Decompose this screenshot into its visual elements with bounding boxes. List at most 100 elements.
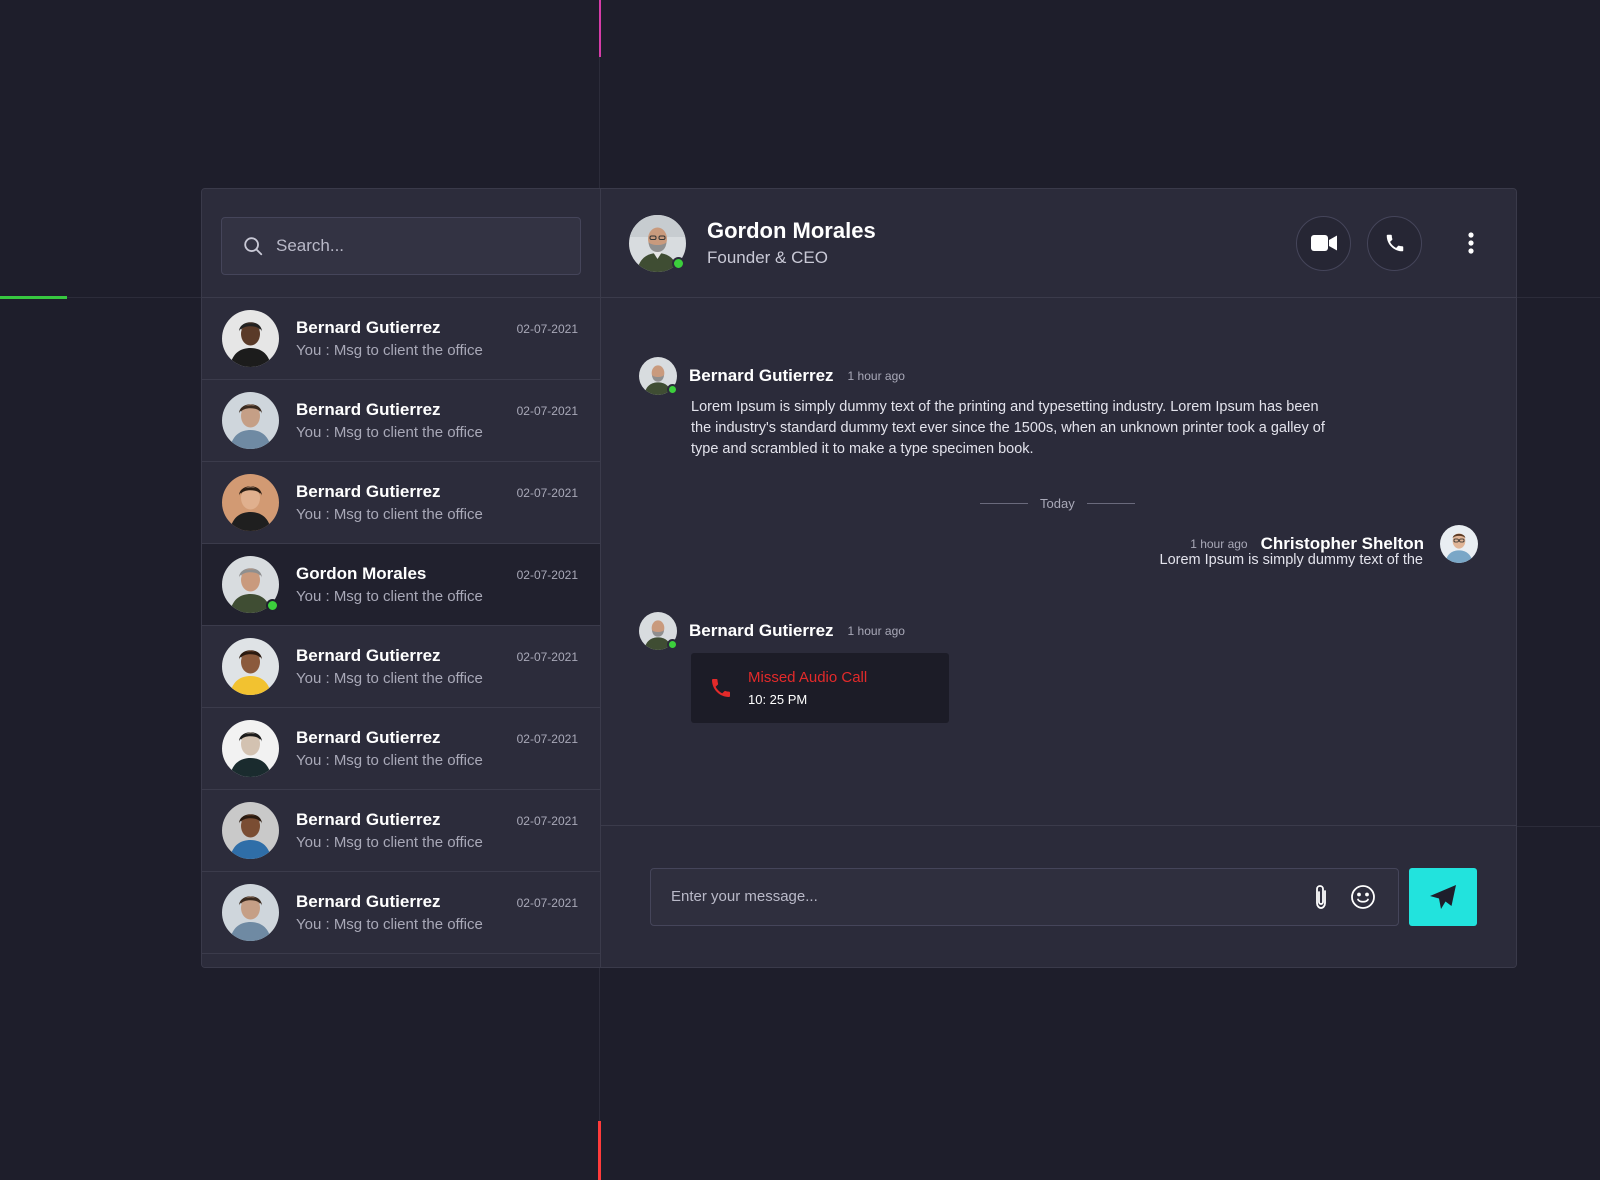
video-call-button[interactable]: [1296, 215, 1351, 271]
voice-call-button[interactable]: [1367, 215, 1422, 271]
avatar[interactable]: [222, 720, 279, 777]
smiley-icon: [1351, 884, 1375, 909]
search-area: [202, 189, 600, 298]
avatar[interactable]: [222, 310, 279, 367]
attach-button[interactable]: [1306, 882, 1336, 912]
contact-list-item[interactable]: Bernard Gutierrez 02-07-2021 You : Msg t…: [202, 626, 600, 708]
contact-date: 02-07-2021: [516, 814, 578, 828]
contact-name: Gordon Morales: [296, 564, 427, 583]
avatar-man-denim: [222, 392, 279, 449]
avatar[interactable]: [222, 638, 279, 695]
contact-name: Bernard Gutierrez: [296, 646, 441, 665]
contacts-sidebar: Bernard Gutierrez 02-07-2021 You : Msg t…: [202, 189, 601, 967]
contact-list-item[interactable]: Bernard Gutierrez 02-07-2021 You : Msg t…: [202, 708, 600, 790]
date-divider: Today: [980, 496, 1135, 511]
contact-list-item[interactable]: Bernard Gutierrez 02-07-2021 You : Msg t…: [202, 790, 600, 872]
contact-body: Bernard Gutierrez 02-07-2021 You : Msg t…: [296, 810, 578, 851]
contact-last-message: You : Msg to client the office: [296, 342, 483, 359]
header-contact-info: Gordon Morales Founder & CEO: [707, 218, 1280, 268]
avatar-man-sunglasses: [222, 474, 279, 531]
avatar-man-denim: [222, 884, 279, 941]
contact-date: 02-07-2021: [516, 404, 578, 418]
contact-name: Bernard Gutierrez: [296, 728, 441, 747]
avatar[interactable]: [1440, 525, 1478, 563]
message-input[interactable]: [671, 888, 1294, 905]
avatar-woman-yellow: [222, 638, 279, 695]
online-status-dot: [672, 256, 685, 270]
contact-body: Bernard Gutierrez 02-07-2021 You : Msg t…: [296, 400, 578, 441]
message-sender: Bernard Gutierrez: [689, 621, 834, 640]
chat-pane: Gordon Morales Founder & CEO Bernard Gut…: [601, 189, 1516, 967]
contact-list: Bernard Gutierrez 02-07-2021 You : Msg t…: [202, 298, 600, 967]
avatar-man-glasses: [1440, 525, 1478, 563]
contact-last-message: You : Msg to client the office: [296, 588, 483, 605]
avatar[interactable]: [629, 214, 686, 272]
search-icon: [244, 237, 263, 256]
more-options-button[interactable]: [1456, 216, 1486, 271]
chat-header: Gordon Morales Founder & CEO: [601, 189, 1516, 298]
avatar[interactable]: [222, 392, 279, 449]
contact-top: Bernard Gutierrez 02-07-2021: [296, 482, 578, 502]
search-input[interactable]: [276, 236, 560, 256]
message-time: 1 hour ago: [847, 624, 905, 638]
contact-last-message: You : Msg to client the office: [296, 424, 483, 441]
emoji-button[interactable]: [1348, 882, 1378, 912]
contact-top: Bernard Gutierrez 02-07-2021: [296, 728, 578, 748]
missed-call-card[interactable]: Missed Audio Call 10: 25 PM: [691, 653, 949, 723]
contact-date: 02-07-2021: [516, 486, 578, 500]
search-box[interactable]: [221, 217, 581, 275]
accent-marker-pink: [599, 0, 601, 57]
contact-name: Bernard Gutierrez: [296, 810, 441, 829]
contact-date: 02-07-2021: [516, 896, 578, 910]
avatar[interactable]: [639, 612, 678, 650]
phone-icon: [1386, 234, 1403, 252]
contact-body: Bernard Gutierrez 02-07-2021 You : Msg t…: [296, 728, 578, 769]
avatar-woman-curly: [222, 802, 279, 859]
avatar-man-suit: [222, 310, 279, 367]
contact-body: Bernard Gutierrez 02-07-2021 You : Msg t…: [296, 892, 578, 933]
message-sender: Bernard Gutierrez: [689, 366, 834, 385]
contact-top: Bernard Gutierrez 02-07-2021: [296, 810, 578, 830]
composer-box[interactable]: [650, 867, 1399, 926]
contact-last-message: You : Msg to client the office: [296, 670, 483, 687]
avatar[interactable]: [222, 556, 279, 613]
message-header: Bernard Gutierrez 1 hour ago: [639, 612, 905, 650]
accent-marker-red: [598, 1121, 601, 1180]
contact-list-item[interactable]: Bernard Gutierrez 02-07-2021 You : Msg t…: [202, 872, 600, 954]
send-button[interactable]: [1409, 867, 1477, 926]
contact-name: Bernard Gutierrez: [296, 400, 441, 419]
contact-top: Bernard Gutierrez 02-07-2021: [296, 318, 578, 338]
contact-date: 02-07-2021: [516, 322, 578, 336]
chat-app-window: Bernard Gutierrez 02-07-2021 You : Msg t…: [201, 188, 1517, 968]
paperclip-icon: [1316, 884, 1326, 909]
header-contact-role: Founder & CEO: [707, 248, 828, 267]
contact-top: Gordon Morales 02-07-2021: [296, 564, 578, 584]
contact-body: Bernard Gutierrez 02-07-2021 You : Msg t…: [296, 482, 578, 523]
avatar[interactable]: [222, 884, 279, 941]
avatar[interactable]: [222, 474, 279, 531]
avatar-person-mug: [222, 720, 279, 777]
contact-top: Bernard Gutierrez 02-07-2021: [296, 646, 578, 666]
message-time: 1 hour ago: [1190, 537, 1248, 551]
vertical-dots-icon: [1468, 232, 1474, 254]
avatar[interactable]: [222, 802, 279, 859]
contact-list-item[interactable]: Bernard Gutierrez 02-07-2021 You : Msg t…: [202, 298, 600, 380]
message-time: 1 hour ago: [847, 369, 905, 383]
contact-body: Bernard Gutierrez 02-07-2021 You : Msg t…: [296, 318, 578, 359]
message-thread: Bernard Gutierrez 1 hour ago Lorem Ipsum…: [601, 298, 1516, 826]
contact-last-message: You : Msg to client the office: [296, 752, 483, 769]
contact-date: 02-07-2021: [516, 732, 578, 746]
avatar[interactable]: [639, 357, 678, 395]
contact-list-item[interactable]: Bernard Gutierrez 02-07-2021 You : Msg t…: [202, 462, 600, 544]
missed-call-title: Missed Audio Call: [748, 669, 868, 686]
contact-last-message: You : Msg to client the office: [296, 834, 483, 851]
missed-call-details: Missed Audio Call 10: 25 PM: [748, 669, 867, 707]
missed-call-time: 10: 25 PM: [748, 692, 808, 707]
contact-list-item[interactable]: Bernard Gutierrez 02-07-2021 You : Msg t…: [202, 380, 600, 462]
accent-marker-green: [0, 296, 67, 299]
contact-body: Bernard Gutierrez 02-07-2021 You : Msg t…: [296, 646, 578, 687]
online-status-dot: [667, 384, 678, 395]
divider-line: [980, 503, 1028, 504]
contact-list-item[interactable]: Gordon Morales 02-07-2021 You : Msg to c…: [202, 544, 600, 626]
contact-name: Bernard Gutierrez: [296, 482, 441, 501]
